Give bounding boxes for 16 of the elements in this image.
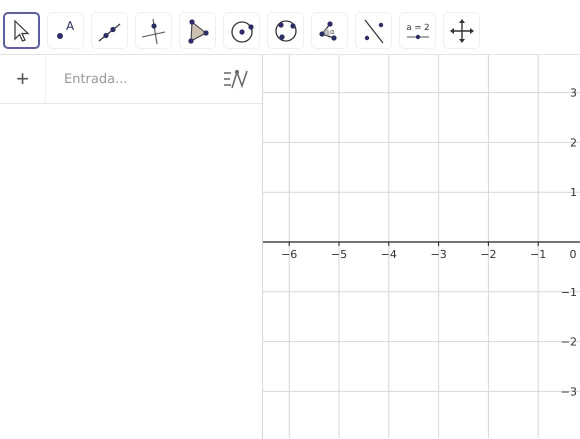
axis-label: −2 [560,336,577,349]
axis-label: −2 [480,248,496,261]
axis-label: 3 [570,86,577,100]
tool-button[interactable] [3,12,40,49]
axis-label: −3 [560,385,577,398]
axis-label: −1 [530,248,546,261]
axis-label: −4 [380,248,397,261]
graphics-view[interactable]: −6 −5 −4 −3 −2 −1 0 3 2 1 −1 −2 −3 [263,55,580,438]
axis-label: −1 [560,286,577,299]
axis-label: 0 [570,248,576,261]
axis-label: −5 [330,248,348,261]
axis-label: −6 [281,248,298,261]
axis-label: 2 [570,136,577,150]
menu-graph-icon [223,68,249,90]
axis-label: 1 [570,186,577,200]
axis-label: −3 [430,248,447,261]
